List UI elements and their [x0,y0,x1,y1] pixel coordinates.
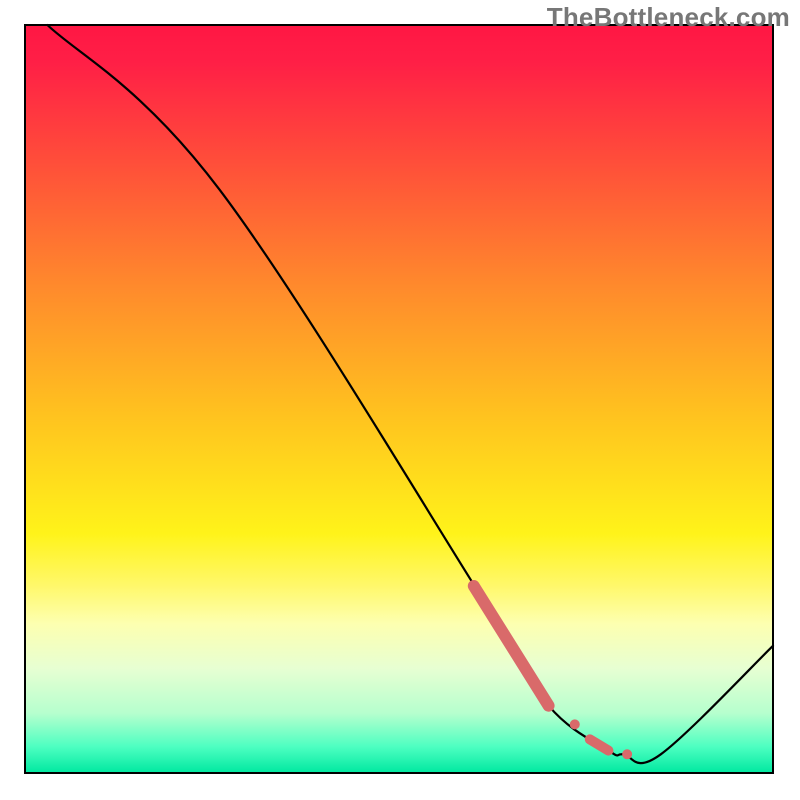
watermark-text: TheBottleneck.com [547,2,790,33]
plot-background [25,25,773,773]
highlight-point [570,719,580,729]
highlight-point [622,749,632,759]
chart-container: TheBottleneck.com [0,0,800,800]
bottleneck-chart [0,0,800,800]
